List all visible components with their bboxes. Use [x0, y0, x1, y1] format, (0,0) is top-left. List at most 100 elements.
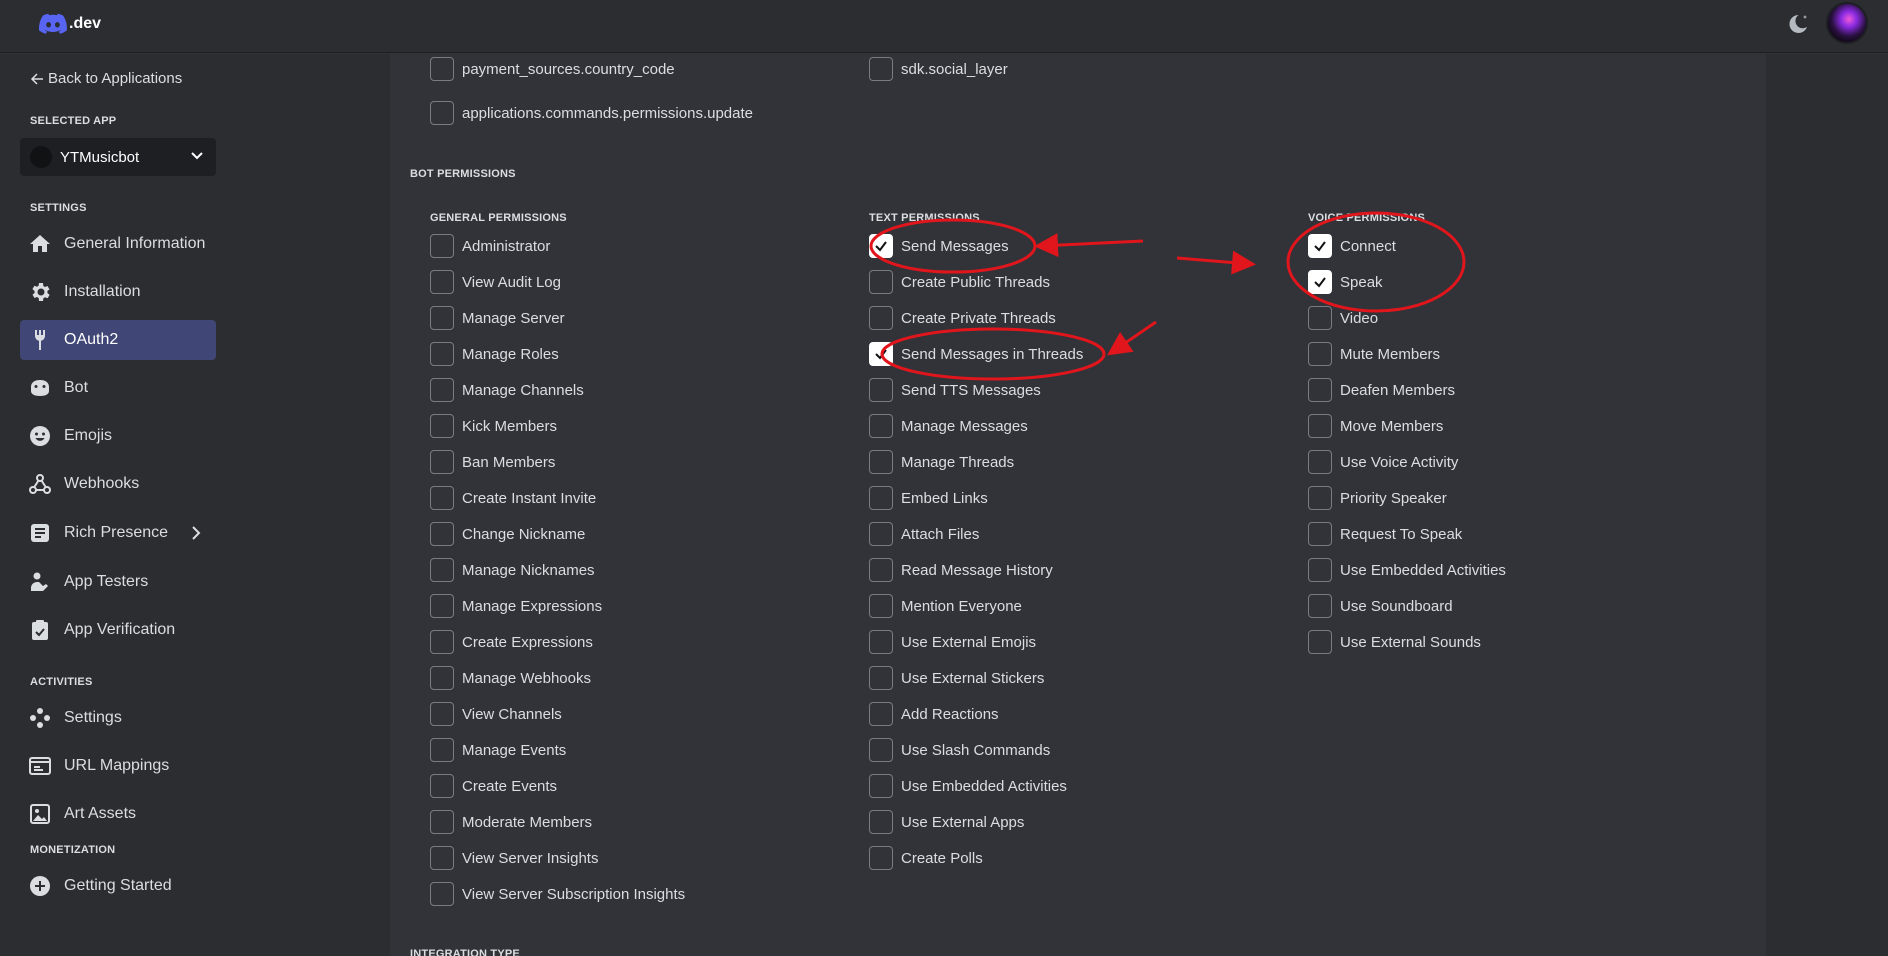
checkbox[interactable]: [869, 594, 893, 618]
permission-checkbox-view-server-subscription-insights[interactable]: View Server Subscription Insights: [430, 882, 685, 906]
sidebar-item-bot[interactable]: Bot: [20, 368, 216, 408]
checkbox[interactable]: [430, 666, 454, 690]
scope-checkbox-sdk-social-layer[interactable]: sdk.social_layer: [869, 57, 1008, 81]
checkbox[interactable]: [430, 810, 454, 834]
checkbox[interactable]: [1308, 450, 1332, 474]
checkbox[interactable]: [869, 702, 893, 726]
checkbox[interactable]: [1308, 486, 1332, 510]
permission-checkbox-use-external-stickers[interactable]: Use External Stickers: [869, 666, 1044, 690]
moon-icon[interactable]: [1786, 12, 1810, 36]
checkbox[interactable]: [1308, 306, 1332, 330]
permission-checkbox-request-to-speak[interactable]: Request To Speak: [1308, 522, 1462, 546]
checkbox[interactable]: [430, 306, 454, 330]
permission-checkbox-manage-nicknames[interactable]: Manage Nicknames: [430, 558, 595, 582]
permission-checkbox-create-events[interactable]: Create Events: [430, 774, 557, 798]
permission-checkbox-manage-channels[interactable]: Manage Channels: [430, 378, 584, 402]
permission-checkbox-manage-server[interactable]: Manage Server: [430, 306, 565, 330]
checkbox[interactable]: [430, 486, 454, 510]
permission-checkbox-manage-roles[interactable]: Manage Roles: [430, 342, 559, 366]
sidebar-item-app-testers[interactable]: App Testers: [20, 562, 216, 602]
permission-checkbox-send-messages-in-threads[interactable]: Send Messages in Threads: [869, 342, 1083, 366]
checkbox[interactable]: [869, 342, 893, 366]
checkbox[interactable]: [430, 882, 454, 906]
checkbox[interactable]: [869, 630, 893, 654]
permission-checkbox-send-messages[interactable]: Send Messages: [869, 234, 1009, 258]
sidebar-item-installation[interactable]: Installation: [20, 272, 216, 312]
sidebar-item-general-information[interactable]: General Information: [20, 224, 216, 264]
checkbox[interactable]: [430, 234, 454, 258]
permission-checkbox-mention-everyone[interactable]: Mention Everyone: [869, 594, 1022, 618]
checkbox[interactable]: [430, 702, 454, 726]
checkbox[interactable]: [869, 306, 893, 330]
checkbox[interactable]: [869, 486, 893, 510]
permission-checkbox-create-public-threads[interactable]: Create Public Threads: [869, 270, 1050, 294]
permission-checkbox-kick-members[interactable]: Kick Members: [430, 414, 557, 438]
discord-dev-logo[interactable]: .dev: [38, 12, 101, 36]
checkbox[interactable]: [430, 378, 454, 402]
checkbox[interactable]: [1308, 342, 1332, 366]
scope-checkbox-payment-sources-country-code[interactable]: payment_sources.country_code: [430, 57, 675, 81]
checkbox[interactable]: [869, 846, 893, 870]
checkbox[interactable]: [1308, 234, 1332, 258]
permission-checkbox-use-embedded-activities[interactable]: Use Embedded Activities: [869, 774, 1067, 798]
sidebar-item-getting-started[interactable]: Getting Started: [20, 866, 216, 906]
sidebar-item-oauth2[interactable]: OAuth2: [20, 320, 216, 360]
permission-checkbox-manage-webhooks[interactable]: Manage Webhooks: [430, 666, 591, 690]
sidebar-item-art-assets[interactable]: Art Assets: [20, 794, 216, 834]
checkbox[interactable]: [430, 774, 454, 798]
checkbox[interactable]: [869, 234, 893, 258]
checkbox[interactable]: [869, 774, 893, 798]
checkbox[interactable]: [1308, 270, 1332, 294]
permission-checkbox-add-reactions[interactable]: Add Reactions: [869, 702, 999, 726]
checkbox[interactable]: [869, 738, 893, 762]
app-selector[interactable]: YTMusicbot: [20, 138, 216, 176]
permission-checkbox-manage-threads[interactable]: Manage Threads: [869, 450, 1014, 474]
sidebar-item-webhooks[interactable]: Webhooks: [20, 464, 216, 504]
checkbox[interactable]: [869, 378, 893, 402]
checkbox[interactable]: [869, 558, 893, 582]
permission-checkbox-video[interactable]: Video: [1308, 306, 1378, 330]
checkbox[interactable]: [430, 558, 454, 582]
checkbox[interactable]: [430, 57, 454, 81]
permission-checkbox-view-channels[interactable]: View Channels: [430, 702, 562, 726]
permission-checkbox-manage-events[interactable]: Manage Events: [430, 738, 566, 762]
permission-checkbox-use-external-sounds[interactable]: Use External Sounds: [1308, 630, 1481, 654]
permission-checkbox-create-instant-invite[interactable]: Create Instant Invite: [430, 486, 596, 510]
permission-checkbox-read-message-history[interactable]: Read Message History: [869, 558, 1053, 582]
checkbox[interactable]: [869, 666, 893, 690]
checkbox[interactable]: [869, 414, 893, 438]
permission-checkbox-create-private-threads[interactable]: Create Private Threads: [869, 306, 1056, 330]
checkbox[interactable]: [430, 450, 454, 474]
permission-checkbox-deafen-members[interactable]: Deafen Members: [1308, 378, 1455, 402]
checkbox[interactable]: [869, 270, 893, 294]
checkbox[interactable]: [430, 630, 454, 654]
scope-checkbox-applications-commands-permissions-update[interactable]: applications.commands.permissions.update: [430, 101, 753, 125]
permission-checkbox-view-audit-log[interactable]: View Audit Log: [430, 270, 561, 294]
permission-checkbox-mute-members[interactable]: Mute Members: [1308, 342, 1440, 366]
permission-checkbox-manage-messages[interactable]: Manage Messages: [869, 414, 1028, 438]
checkbox[interactable]: [1308, 630, 1332, 654]
checkbox[interactable]: [1308, 522, 1332, 546]
checkbox[interactable]: [1308, 378, 1332, 402]
permission-checkbox-change-nickname[interactable]: Change Nickname: [430, 522, 585, 546]
permission-checkbox-ban-members[interactable]: Ban Members: [430, 450, 555, 474]
checkbox[interactable]: [430, 270, 454, 294]
sidebar-item-activities-settings[interactable]: Settings: [20, 698, 216, 738]
permission-checkbox-connect[interactable]: Connect: [1308, 234, 1396, 258]
checkbox[interactable]: [869, 522, 893, 546]
permission-checkbox-attach-files[interactable]: Attach Files: [869, 522, 979, 546]
checkbox[interactable]: [430, 522, 454, 546]
checkbox[interactable]: [430, 342, 454, 366]
sidebar-item-app-verification[interactable]: App Verification: [20, 610, 216, 650]
sidebar-item-emojis[interactable]: Emojis: [20, 416, 216, 456]
permission-checkbox-use-external-apps[interactable]: Use External Apps: [869, 810, 1024, 834]
permission-checkbox-move-members[interactable]: Move Members: [1308, 414, 1443, 438]
permission-checkbox-use-external-emojis[interactable]: Use External Emojis: [869, 630, 1036, 654]
permission-checkbox-embed-links[interactable]: Embed Links: [869, 486, 988, 510]
checkbox[interactable]: [430, 101, 454, 125]
permission-checkbox-use-soundboard[interactable]: Use Soundboard: [1308, 594, 1453, 618]
checkbox[interactable]: [869, 810, 893, 834]
checkbox[interactable]: [869, 57, 893, 81]
permission-checkbox-use-embedded-activities[interactable]: Use Embedded Activities: [1308, 558, 1506, 582]
sidebar-item-url-mappings[interactable]: URL Mappings: [20, 746, 216, 786]
